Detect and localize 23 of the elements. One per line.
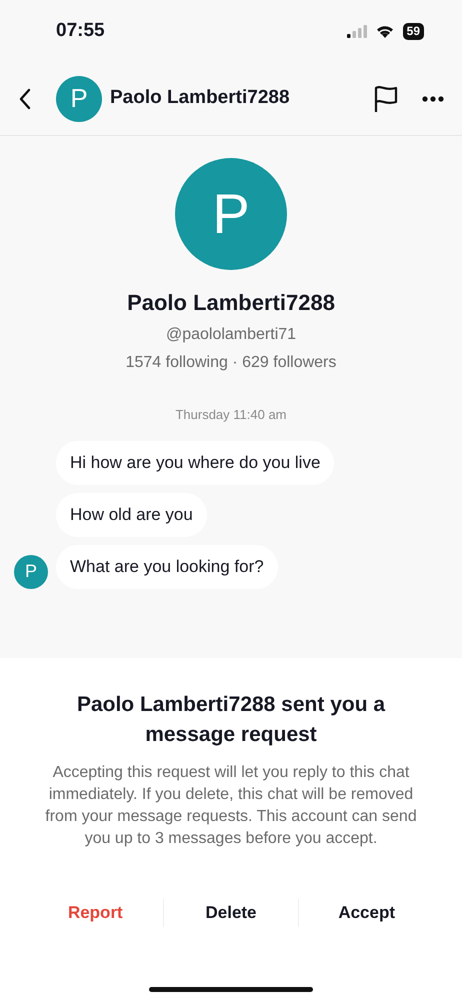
- message-bubble: What are you looking for?: [56, 544, 278, 588]
- profile-avatar[interactable]: P: [175, 158, 287, 270]
- message-bubble: How old are you: [56, 492, 207, 536]
- more-icon[interactable]: [422, 96, 444, 102]
- action-button[interactable]: Accept: [299, 894, 434, 932]
- profile-name: Paolo Lamberti7288: [127, 289, 335, 317]
- status-time: 07:55: [56, 18, 105, 43]
- avatar[interactable]: P: [56, 76, 102, 122]
- message-timestamp: Thursday 11:40 am: [175, 406, 287, 424]
- signal-icon: [346, 24, 367, 38]
- contact-name[interactable]: Paolo Lamberti7288: [110, 84, 290, 113]
- flag-icon[interactable]: [374, 84, 398, 112]
- request-description: Accepting this request will let you reply to this chat immediately. If you delete, this chat will be removed from your message requests. This account can send you up to 3 messages before you accept.: [44, 763, 418, 849]
- action-button[interactable]: Delete: [164, 894, 298, 932]
- back-icon[interactable]: [18, 88, 32, 110]
- wifi-icon: [374, 24, 395, 38]
- request-title: Paolo Lamberti7288 sent you a message request: [76, 692, 386, 748]
- battery-level: 59: [402, 22, 424, 40]
- action-button[interactable]: Report: [28, 894, 163, 932]
- profile-stats: 1574 following · 629 followers: [126, 353, 336, 373]
- message-bubble: Hi how are you where do you live: [56, 440, 334, 484]
- sender-avatar[interactable]: P: [14, 554, 48, 588]
- profile-handle: @paololamberti71: [166, 325, 296, 345]
